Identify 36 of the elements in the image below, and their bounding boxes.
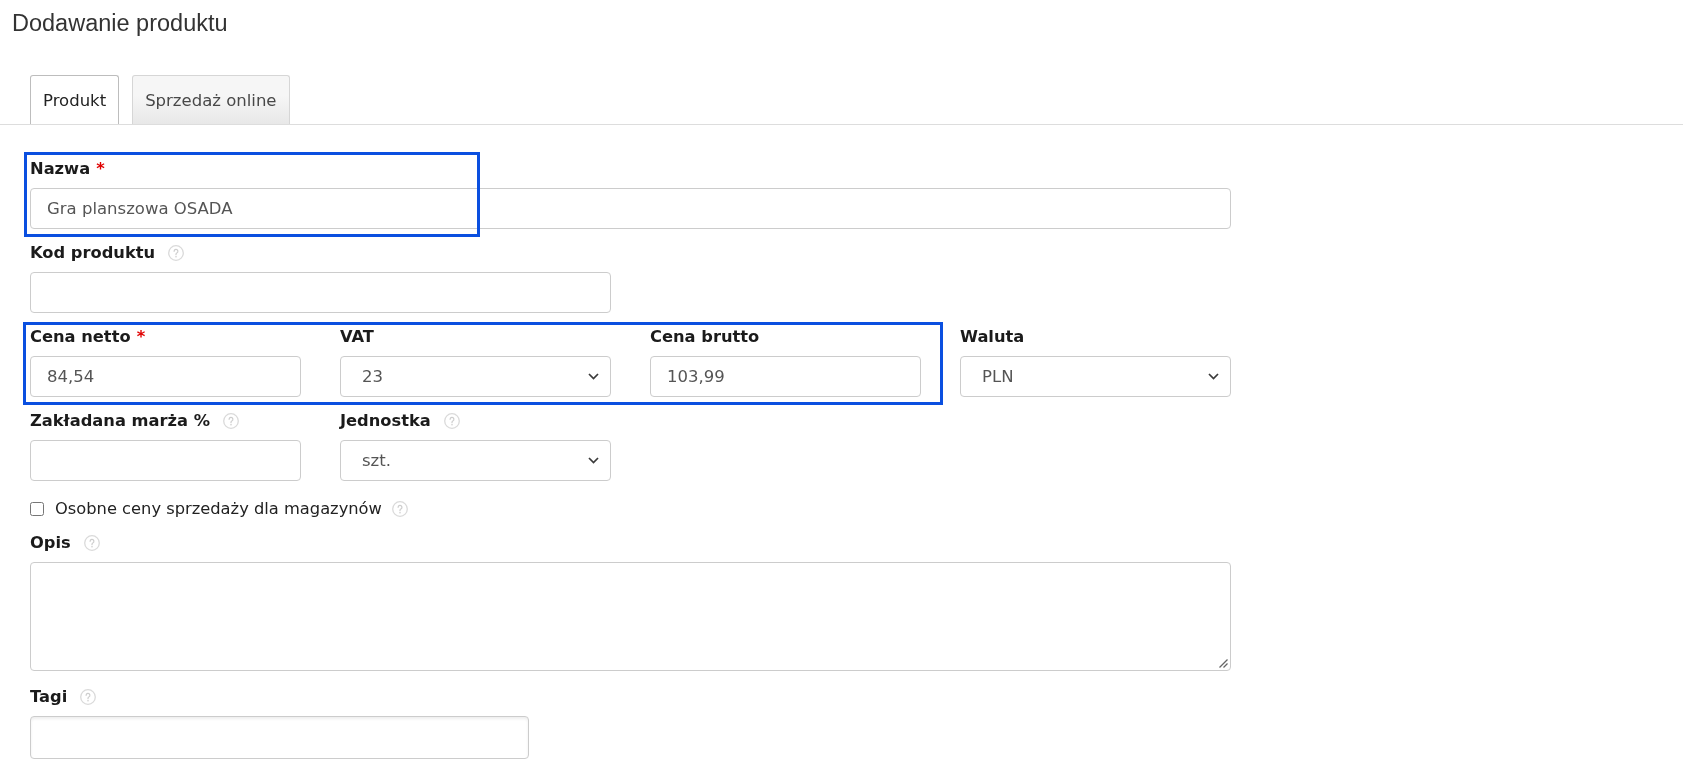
dropdown[interactable]: PLN [960,356,1231,397]
text-field[interactable]: Gra planszowa OSADA [30,188,1231,229]
chevron-down-icon [588,373,599,380]
field-label: Cena netto [30,327,131,347]
chevron-down-icon [1208,373,1219,380]
field-label: Kod produktu [30,243,156,263]
field-label: Waluta [960,327,1025,347]
help-icon[interactable] [83,535,100,551]
help-icon[interactable] [222,413,239,429]
text-field[interactable] [30,440,301,481]
text-field[interactable]: 84,54 [30,356,301,397]
help-icon[interactable] [168,245,185,261]
field-label: Nazwa [30,159,91,179]
tab[interactable]: Produkt [30,75,120,124]
dropdown[interactable]: szt. [340,440,611,481]
dropdown[interactable]: 23 [340,356,611,397]
field-label: Zakładana marża % [30,411,210,431]
text-field[interactable] [30,272,611,313]
page-title: Dodawanie produktu [12,10,228,37]
required-mark: * [96,159,105,179]
field-label: Tagi [30,687,68,707]
field-label: Jednostka [340,411,431,431]
field-label: Cena brutto [650,327,760,347]
help-icon[interactable] [80,689,97,705]
help-icon[interactable] [443,413,460,429]
field-label: Opis [30,533,71,553]
help-icon[interactable] [391,501,408,517]
tags-field[interactable] [30,716,529,759]
tab[interactable]: Sprzedaż online [132,75,290,124]
checkbox-label[interactable]: Osobne ceny sprzedaży dla magazynów [55,499,382,519]
resize-grip-icon[interactable] [1219,659,1228,668]
text-field[interactable]: 103,99 [650,356,921,397]
required-mark: * [136,327,146,347]
field-label: VAT [340,327,374,347]
checkbox[interactable] [30,502,44,516]
chevron-down-icon [588,457,599,464]
